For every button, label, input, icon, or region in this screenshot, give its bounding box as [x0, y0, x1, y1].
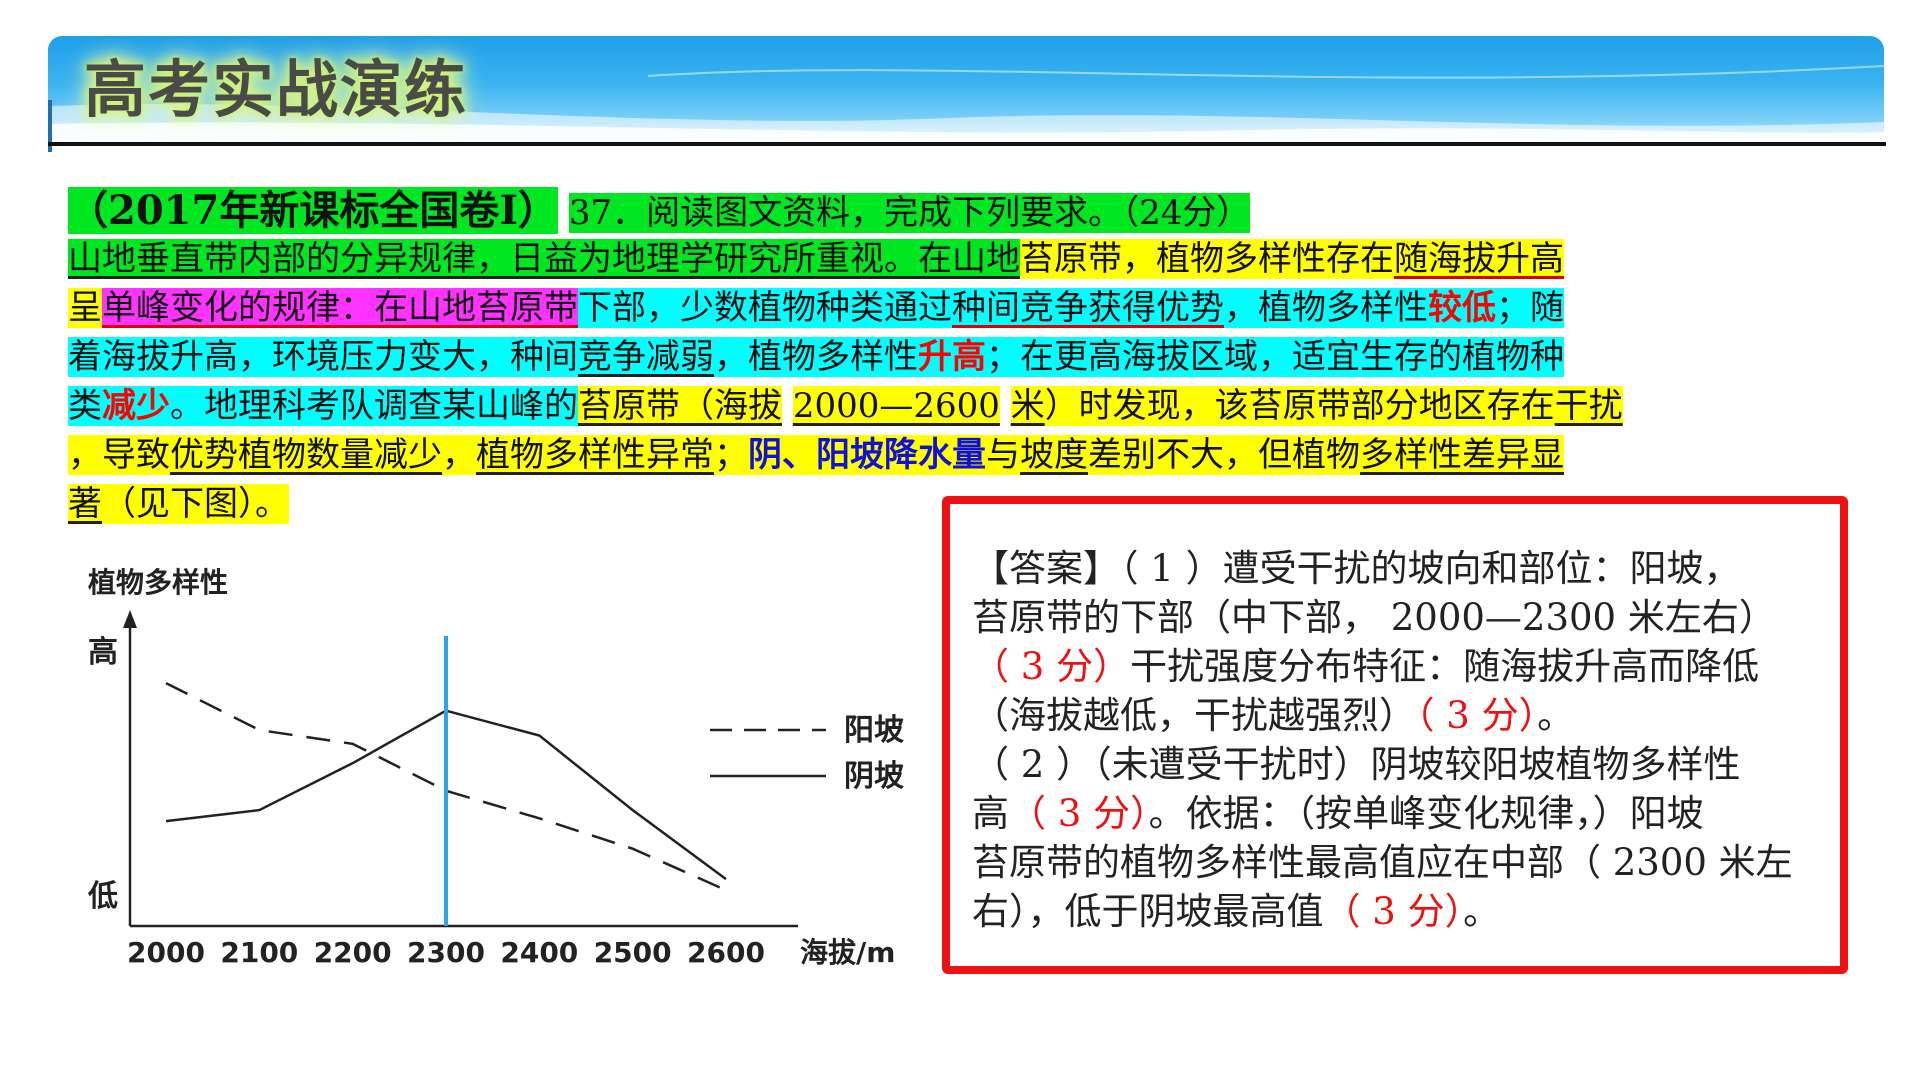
text-span: 。: [1463, 890, 1501, 933]
text-span: （: [68, 187, 108, 234]
text-span: 苔原带的植物多样性最高值应在中部（ 2300 米左: [972, 841, 1793, 884]
text-span: 【答案】（ 1 ）遭受干扰的坡向和部位：阳坡，: [972, 547, 1741, 590]
question-line-3: 呈单峰变化的规律：在山地苔原带下部，少数植物种类通过种间竞争获得优势，植物多样性…: [68, 284, 1848, 333]
text-span: 著: [68, 484, 102, 524]
text-span: 。地理科考队调查某山峰的: [170, 386, 578, 426]
text-span: 下部，少数植物种类通过: [578, 288, 952, 328]
text-span: ，植物多样性: [714, 337, 918, 377]
exam-year: 2017: [108, 187, 220, 234]
question-instruction: 阅读图文资料，完成下列要求。（: [646, 193, 1140, 233]
question-number: 37: [568, 193, 613, 233]
exam-name: 年新课标全国卷Ⅰ）: [219, 187, 559, 234]
text-span: 高: [972, 792, 1009, 835]
score-note: （ 3 分）: [1323, 890, 1464, 933]
text-span: 升高: [918, 337, 986, 377]
banner-divider: [48, 142, 1886, 146]
text-span: 干扰: [1554, 386, 1623, 426]
text-span: 类: [68, 386, 102, 426]
question-passage: （2017年新课标全国卷Ⅰ） 37．阅读图文资料，完成下列要求。（24分） 山地…: [68, 186, 1848, 529]
answer-line-5: （ 2 ）（未遭受干扰时）阴坡较阳坡植物多样性: [972, 740, 1818, 789]
question-line-1: （2017年新课标全国卷Ⅰ） 37．阅读图文资料，完成下列要求。（24分）: [68, 186, 1848, 235]
text-span: 种间竞争获得优势: [952, 288, 1224, 328]
y-low-label: 低: [87, 879, 118, 914]
text-span: 多样性差异显: [1360, 435, 1564, 475]
x-tick-label: 2000: [127, 936, 205, 969]
x-tick-label: 2600: [687, 936, 765, 969]
score-note: （ 3 分）: [972, 645, 1131, 688]
question-line-4: 着海拔升高，环境压力变大，种间竞争减弱，植物多样性升高；在更高海拔区域，适宜生存…: [68, 333, 1848, 382]
text-span: 植物多样性异常: [476, 435, 714, 475]
x-tick-label: 2300: [407, 936, 485, 969]
text-span: 山地垂直带内部的分异规律，日益为地理学研究所重视。在山地: [68, 239, 1020, 279]
text-span: 坡度: [1020, 435, 1088, 475]
question-score: 24: [1139, 193, 1183, 233]
text-span: 减少: [102, 386, 170, 426]
x-tick-label: 2400: [500, 936, 578, 969]
x-tick-label: 2100: [220, 936, 298, 969]
x-tick-labels: 2000 2100 2200 2300 2400 2500 2600: [127, 936, 765, 969]
score-note: （ 3 分）: [1416, 694, 1538, 737]
text-span: ，导致: [68, 435, 170, 475]
answer-line-3: （ 3 分）干扰强度分布特征：随海拔升高而降低: [972, 642, 1818, 691]
x-axis-label: 海拔/m: [800, 936, 895, 969]
chart-svg: 植物多样性 高 低 海拔/m 2000 2100 2200 2300 2400 2500 2…: [87, 566, 904, 969]
text-span: 单峰变化的规律：在山地苔原带: [102, 288, 578, 328]
y-high-label: 高: [88, 635, 118, 670]
answer-line-6: 高（ 3 分）。依据：（按单峰变化规律，）阳坡: [972, 789, 1818, 838]
question-line-5: 类减少。地理科考队调查某山峰的苔原带（海拔 2000—2600 米）时发现，该苔…: [68, 382, 1848, 431]
text-span: 着海拔升高，环境压力变大，种间: [68, 337, 578, 377]
header-banner: 高考实战演练: [48, 36, 1884, 142]
text-span: 。依据：（按单峰变化规律，）阳坡: [1148, 792, 1704, 835]
x-tick-label: 2200: [314, 936, 392, 969]
text-span: 苔原带的下部（中下部， 2000—2300 米左右）: [972, 596, 1776, 639]
text-span: ）时发现，该苔原带部分地区存在: [1044, 386, 1555, 426]
text-span: 差别不大，但植物: [1088, 435, 1360, 475]
text-span: ，: [442, 435, 476, 475]
x-tick-label: 2500: [594, 936, 672, 969]
diversity-chart: 植物多样性 高 低 海拔/m 2000 2100 2200 2300 2400 2500 2…: [78, 560, 938, 980]
answer-line-4: （海拔越低，干扰越强烈）（ 3 分）。: [972, 691, 1818, 740]
text-span: 苔原带，植物多样性存在: [1020, 239, 1394, 279]
text-span: 优势植物数量减少: [170, 435, 442, 475]
text-span: 分）: [1182, 193, 1251, 233]
text-span: 米: [1010, 386, 1045, 426]
text-span: （海拔越低，干扰越强烈）: [972, 694, 1416, 737]
page-title: 高考实战演练: [84, 53, 469, 126]
text-span: 较低: [1428, 288, 1496, 328]
y-axis-label: 植物多样性: [88, 566, 228, 599]
question-line-2: 山地垂直带内部的分异规律，日益为地理学研究所重视。在山地苔原带，植物多样性存在随…: [68, 235, 1848, 284]
text-span: 阴、阳坡降水量: [748, 435, 986, 475]
text-span: 与: [986, 435, 1020, 475]
text-span: 苔原带（海拔: [578, 386, 782, 426]
text-span: ，植物多样性: [1224, 288, 1428, 328]
text-span: 随海拔升高: [1394, 239, 1564, 279]
legend-yin: 阴坡: [844, 759, 904, 794]
text-span: （见下图）。: [102, 484, 289, 524]
answer-line-1: 【答案】（ 1 ）遭受干扰的坡向和部位：阳坡，: [972, 544, 1818, 593]
text-span: ；随: [1496, 288, 1564, 328]
text-span: ；在更高海拔区域，适宜生存的植物种: [986, 337, 1564, 377]
text-span: 竞争减弱: [578, 337, 714, 377]
text-span: ．: [612, 193, 647, 233]
text-span: ；: [714, 435, 748, 475]
text-span: 右），低于阴坡最高值: [972, 890, 1324, 933]
text-span: （ 2 ）（未遭受干扰时）阴坡较阳坡植物多样性: [972, 743, 1741, 786]
text-span: 干扰强度分布特征：随海拔升高而降低: [1130, 645, 1760, 688]
answer-box: 【答案】（ 1 ）遭受干扰的坡向和部位：阳坡， 苔原带的下部（中下部， 2000…: [942, 496, 1848, 974]
text-span: 。: [1537, 694, 1575, 737]
answer-line-8: 右），低于阴坡最高值（ 3 分）。: [972, 887, 1818, 936]
answer-line-7: 苔原带的植物多样性最高值应在中部（ 2300 米左: [972, 838, 1818, 887]
text-span: 呈: [68, 288, 102, 328]
y-axis-arrow-icon: [123, 610, 137, 628]
legend-yang: 阳坡: [844, 713, 904, 748]
score-note: （ 3 分）: [1009, 792, 1149, 835]
question-line-6: ，导致优势植物数量减少，植物多样性异常；阴、阳坡降水量与坡度差别不大，但植物多样…: [68, 431, 1848, 480]
text-span: 2000—2600: [792, 386, 1000, 426]
answer-line-2: 苔原带的下部（中下部， 2000—2300 米左右）: [972, 593, 1818, 642]
